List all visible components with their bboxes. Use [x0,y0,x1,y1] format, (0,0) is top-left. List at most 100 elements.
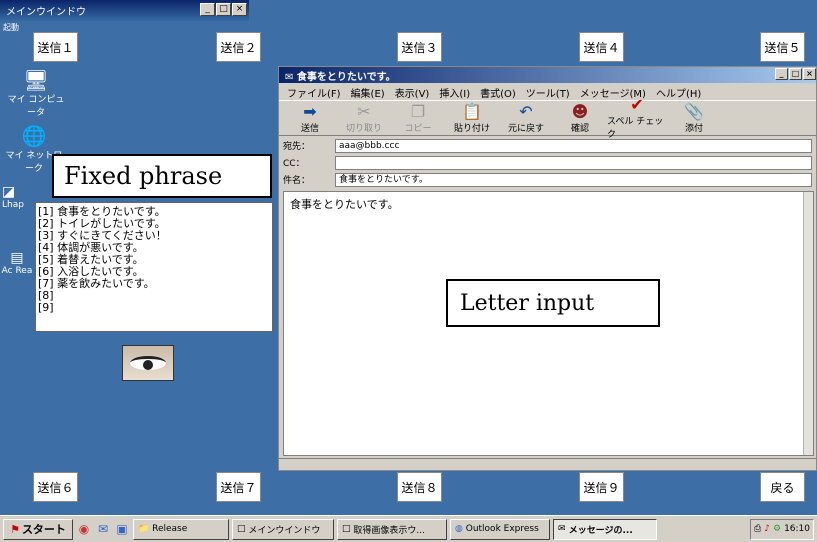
back-button[interactable]: 戻る [760,472,805,502]
undo-button[interactable]: ↶ 元に戻す [499,101,553,135]
status-bar [279,458,816,470]
lhap-shortcut[interactable]: ◪ Lhap [2,184,36,210]
toolbar-label: コピー [404,123,432,134]
quicklaunch-ie-icon[interactable]: ◉ [76,522,92,536]
send-toolbar-button[interactable]: ➡ 送信 [283,101,337,135]
copy-button[interactable]: ❐ コピー [391,101,445,135]
send-button-7[interactable]: 送信７ [216,472,261,502]
quicklaunch-desktop-icon[interactable]: ▣ [114,522,130,536]
menu-format[interactable]: 書式(O) [480,85,516,100]
send-button-6[interactable]: 送信６ [33,472,78,502]
task-main-window[interactable]: □ メインウインドウ [232,518,334,540]
to-label[interactable]: 宛先： [283,139,335,152]
scissors-icon: ✂ [357,101,371,121]
cc-row: CC： [283,155,812,170]
cut-button[interactable]: ✂ 切り取り [337,101,391,135]
paperclip-icon: 📎 [684,101,704,121]
toolbar-label: 貼り付け [453,123,490,134]
phrase-item-8[interactable]: [8] [38,290,270,302]
subject-field[interactable]: 食事をとりたいです。 [335,172,812,187]
send-button-1[interactable]: 送信１ [33,32,78,62]
clock[interactable]: 16:10 [784,524,810,534]
cc-field[interactable] [335,155,812,170]
network-tray-icon[interactable]: ⚙ [773,524,781,534]
menu-file[interactable]: ファイル(F) [287,85,341,100]
close-icon[interactable]: × [803,68,816,80]
message-window-title-bar[interactable]: ✉ 食事をとりたいです。 _ □ × [279,67,816,83]
send-button-5[interactable]: 送信５ [760,32,805,62]
paste-button[interactable]: 📋 貼り付け [445,101,499,135]
menu-help[interactable]: ヘルプ(H) [656,85,701,100]
window-controls: _ □ × [200,3,247,16]
subject-row: 件名： 食事をとりたいです。 [283,172,812,187]
quicklaunch-outlook-icon[interactable]: ✉ [95,522,111,536]
task-label: Release [152,524,188,534]
task-label: 取得画像表示ウ... [353,525,425,536]
send-button-2[interactable]: 送信２ [216,32,261,62]
task-image-viewer[interactable]: □ 取得画像表示ウ... [337,518,447,540]
my-computer-shortcut[interactable]: 🖥 マイ コンピュータ [6,68,66,118]
subject-label: 件名： [283,176,311,186]
vertical-scrollbar[interactable] [803,192,813,455]
check-names-button[interactable]: ☻ 確認 [553,101,607,135]
paste-icon: 📋 [462,101,482,121]
window-icon: □ [237,524,246,534]
phrase-item-9[interactable]: [9] [38,302,270,314]
start-button[interactable]: ⚑ スタート [3,518,73,540]
windows-logo-icon: ⚑ [10,522,20,536]
task-outlook-express[interactable]: ◍ Outlook Express [450,518,550,540]
folder-icon: 📁 [138,524,150,534]
main-window-title-bar[interactable]: メインウインドウ _ □ × [0,0,249,22]
message-window: ✉ 食事をとりたいです。 _ □ × ファイル(F) 編集(E) 表示(V) 挿… [278,66,817,471]
menu-view[interactable]: 表示(V) [395,85,430,100]
maximize-icon[interactable]: □ [789,68,802,80]
volume-icon[interactable]: ♪ [764,524,770,534]
send-button-3[interactable]: 送信３ [397,32,442,62]
eye-camera-image [122,345,174,381]
attach-button[interactable]: 📎 添付 [667,101,721,135]
printer-icon[interactable]: ⎙ [754,524,761,534]
toolbar-label: 元に戻す [507,123,544,134]
app-icon: ◪ [2,184,16,200]
menu-insert[interactable]: 挿入(I) [439,85,470,100]
cc-label[interactable]: CC： [283,156,335,169]
acrobat-shortcut[interactable]: ▤ Ac Rea [0,250,34,276]
window-icon: □ [342,524,351,534]
task-label: Outlook Express [465,524,539,534]
phrase-item-7[interactable]: [7] 薬を飲みたいです。 [38,278,270,290]
toolbar-label: 添付 [684,123,703,134]
toolbar-label: 確認 [570,123,589,134]
spelling-button[interactable]: ✔ スペル チェック [607,96,667,141]
fixed-phrase-list: [1] 食事をとりたいです。 [2] トイレがしたいです。 [3] すぐにきてく… [35,202,273,332]
desktop-icon-label: マイ コンピュータ [7,95,65,118]
send-button-4[interactable]: 送信４ [579,32,624,62]
maximize-icon[interactable]: □ [216,3,231,16]
spellcheck-icon: ✔ [630,95,644,114]
start-label: スタート [21,523,66,536]
minimize-icon[interactable]: _ [775,68,788,80]
toolbar-label: 送信 [300,123,319,134]
undo-icon: ↶ [519,101,533,121]
desktop-icon-label: Ac Rea [1,266,33,276]
main-window-title: メインウインドウ [6,7,86,18]
task-message[interactable]: ✉ メッセージの... [553,518,657,540]
send-icon: ➡ [303,101,317,121]
fixed-phrase-label: Fixed phrase [52,154,272,198]
close-icon[interactable]: × [232,3,247,16]
desktop: メインウインドウ _ □ × 起動 送信１ 送信２ 送信３ 送信４ 送信５ 🖥 … [0,0,817,515]
envelope-icon: ✉ [558,524,566,534]
menu-tools[interactable]: ツール(T) [526,85,570,100]
minimize-icon[interactable]: _ [200,3,215,16]
task-label: メッセージの... [568,525,633,536]
check-names-icon: ☻ [571,101,589,121]
task-release[interactable]: 📁 Release [133,518,229,540]
send-button-8[interactable]: 送信８ [397,472,442,502]
send-button-9[interactable]: 送信９ [579,472,624,502]
message-window-title: 食事をとりたいです。 [296,72,396,83]
menu-edit[interactable]: 編集(E) [351,85,385,100]
computer-icon: 🖥 [23,68,49,92]
toolbar-label: 切り取り [345,123,382,134]
to-field[interactable]: aaa@bbb.ccc [335,138,812,153]
letter-input-label: Letter input [446,279,660,327]
toolbar-label: スペル チェック [607,117,664,140]
